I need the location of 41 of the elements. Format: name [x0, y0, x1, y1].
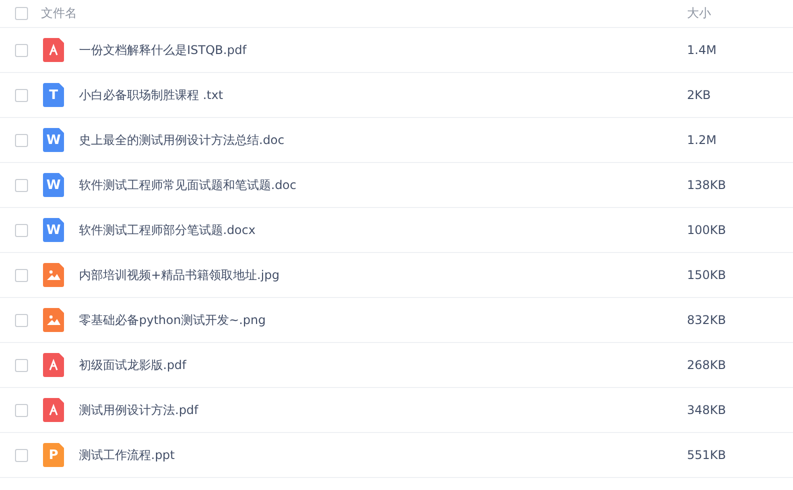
file-name[interactable]: 零基础必备python测试开发~.png — [79, 312, 687, 328]
checkbox[interactable] — [15, 268, 28, 282]
file-size: 832KB — [687, 313, 728, 327]
word-file-icon: W — [43, 128, 64, 152]
checkbox[interactable] — [15, 224, 28, 236]
file-name[interactable]: 测试用例设计方法.pdf — [79, 402, 687, 418]
file-size: 150KB — [687, 268, 728, 282]
checkbox[interactable] — [15, 314, 28, 326]
file-size: 100KB — [687, 223, 728, 237]
file-name[interactable]: 史上最全的测试用例设计方法总结.doc — [79, 132, 687, 148]
file-size: 2KB — [687, 88, 712, 102]
file-name[interactable]: 小白必备职场制胜课程 .txt — [79, 86, 687, 104]
checkbox[interactable] — [15, 404, 28, 416]
checkbox[interactable] — [15, 134, 28, 146]
file-size: 1.2M — [687, 133, 718, 147]
word-file-icon: W — [43, 218, 64, 242]
file-name[interactable]: 软件测试工程师部分笔试题.docx — [79, 222, 687, 238]
ppt-file-icon: P — [43, 443, 64, 467]
checkbox[interactable] — [15, 178, 28, 192]
pdf-file-icon — [43, 353, 64, 377]
checkbox[interactable] — [15, 44, 28, 56]
checkbox[interactable] — [15, 358, 28, 372]
file-size: 1.4M — [687, 43, 718, 57]
checkbox[interactable] — [15, 7, 28, 20]
file-name[interactable]: 软件测试工程师常见面试题和笔试题.doc — [79, 176, 687, 194]
txt-file-icon: T — [43, 83, 64, 107]
file-size: 138KB — [687, 178, 728, 192]
file-name[interactable]: 内部培训视频+精品书籍领取地址.jpg — [79, 266, 687, 284]
file-size: 348KB — [687, 403, 728, 417]
checkbox[interactable] — [15, 88, 28, 102]
image-file-icon — [43, 308, 64, 332]
checkbox[interactable] — [15, 448, 28, 462]
file-name[interactable]: 一份文档解释什么是ISTQB.pdf — [79, 42, 687, 58]
file-name[interactable]: 初级面试龙影版.pdf — [79, 356, 687, 374]
file-size: 551KB — [687, 448, 728, 462]
file-size: 268KB — [687, 358, 728, 372]
image-file-icon — [43, 263, 64, 287]
file-name[interactable]: 测试工作流程.ppt — [79, 446, 687, 464]
word-file-icon: W — [43, 173, 64, 197]
pdf-file-icon — [43, 398, 64, 422]
pdf-file-icon — [43, 38, 64, 62]
